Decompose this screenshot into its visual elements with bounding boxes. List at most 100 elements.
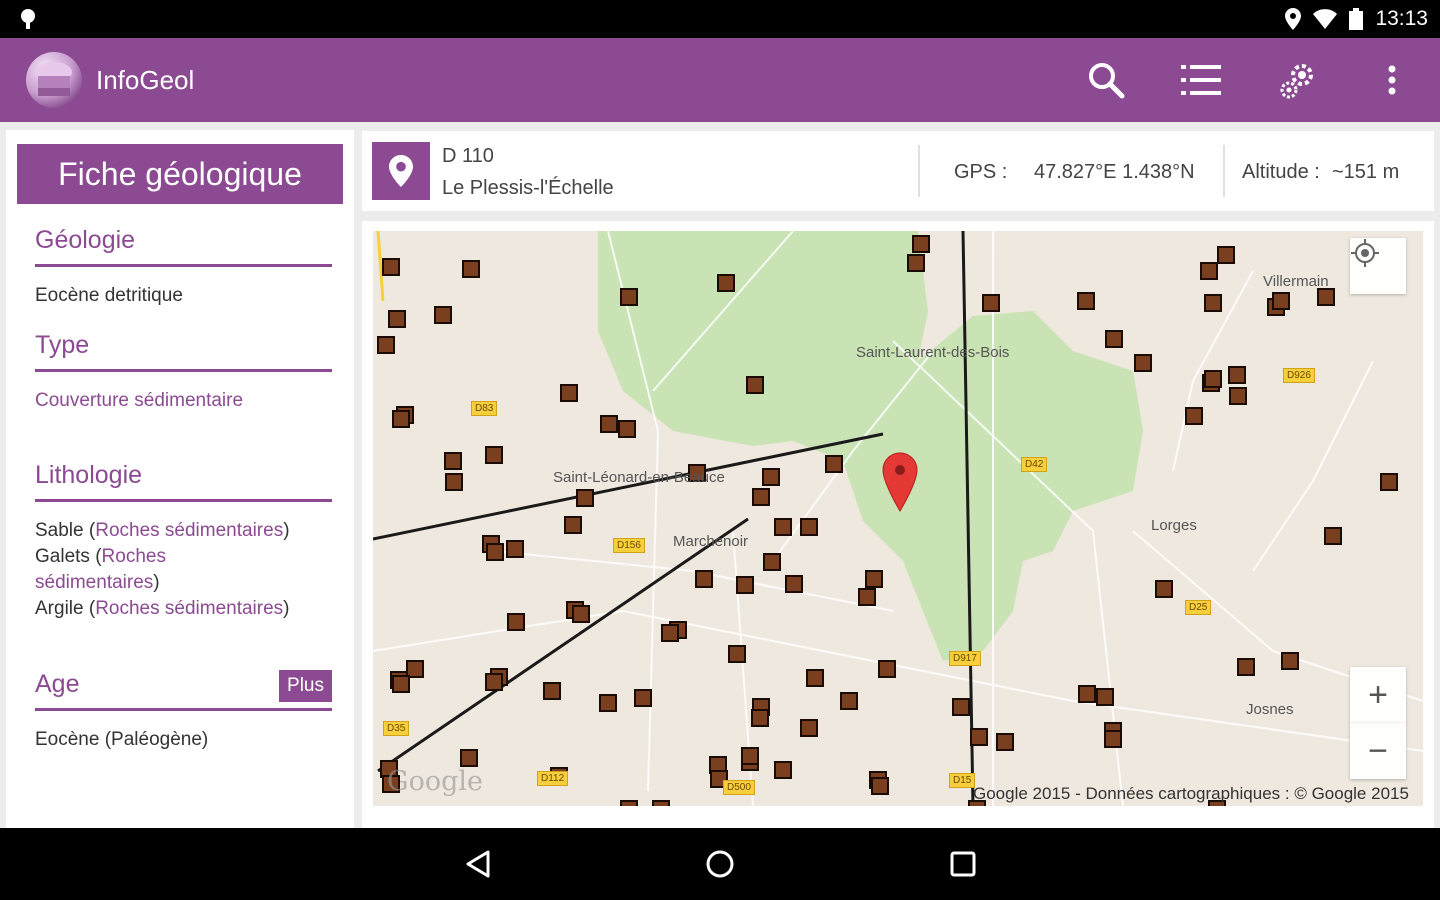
geology-marker[interactable] xyxy=(695,570,713,588)
road-badge: D500 xyxy=(723,780,755,795)
recents-button[interactable] xyxy=(939,840,987,888)
lithologie-item-category-link[interactable]: sédimentaires xyxy=(35,572,153,593)
geology-marker[interactable] xyxy=(865,570,883,588)
geology-marker[interactable] xyxy=(1228,366,1246,384)
age-more-button[interactable]: Plus xyxy=(279,670,332,702)
geology-marker[interactable] xyxy=(774,761,792,779)
status-bar: 13:13 xyxy=(0,0,1440,38)
my-location-icon xyxy=(1351,239,1379,267)
geology-marker[interactable] xyxy=(800,719,818,737)
geology-marker[interactable] xyxy=(996,733,1014,751)
geology-marker[interactable] xyxy=(1185,407,1203,425)
geology-marker[interactable] xyxy=(871,777,889,795)
geology-marker[interactable] xyxy=(1237,658,1255,676)
geology-marker[interactable] xyxy=(564,516,582,534)
geology-marker[interactable] xyxy=(741,747,759,765)
altitude-value: ~151 m xyxy=(1332,161,1400,183)
geology-marker[interactable] xyxy=(543,682,561,700)
home-button[interactable] xyxy=(696,840,744,888)
geology-marker[interactable] xyxy=(388,310,406,328)
list-button[interactable] xyxy=(1177,56,1225,104)
geology-marker[interactable] xyxy=(560,384,578,402)
geology-marker[interactable] xyxy=(1317,288,1335,306)
geology-marker[interactable] xyxy=(1380,473,1398,491)
road-badge: D112 xyxy=(537,771,569,786)
geology-marker[interactable] xyxy=(1077,292,1095,310)
settings-button[interactable] xyxy=(1274,56,1322,104)
geology-marker[interactable] xyxy=(1105,330,1123,348)
geology-marker[interactable] xyxy=(912,235,930,253)
geology-marker[interactable] xyxy=(785,575,803,593)
geology-marker[interactable] xyxy=(728,645,746,663)
geology-marker[interactable] xyxy=(1078,685,1096,703)
geology-marker[interactable] xyxy=(392,675,410,693)
location-pin-tile[interactable] xyxy=(372,142,430,200)
my-location-button[interactable] xyxy=(1350,238,1406,294)
geology-marker[interactable] xyxy=(1204,370,1222,388)
geology-marker[interactable] xyxy=(736,576,754,594)
geology-marker[interactable] xyxy=(1104,730,1122,748)
geology-marker[interactable] xyxy=(485,446,503,464)
geology-marker[interactable] xyxy=(434,306,452,324)
zoom-in-button[interactable]: + xyxy=(1350,667,1406,723)
overflow-menu-button[interactable] xyxy=(1368,56,1416,104)
geology-marker[interactable] xyxy=(444,452,462,470)
geology-marker[interactable] xyxy=(599,694,617,712)
geology-marker[interactable] xyxy=(445,473,463,491)
geology-marker[interactable] xyxy=(1324,527,1342,545)
geology-marker[interactable] xyxy=(620,288,638,306)
back-button[interactable] xyxy=(454,840,502,888)
geology-marker[interactable] xyxy=(806,669,824,687)
geology-marker[interactable] xyxy=(1272,292,1290,310)
geology-marker[interactable] xyxy=(377,336,395,354)
search-button[interactable] xyxy=(1082,56,1130,104)
geology-marker[interactable] xyxy=(1204,294,1222,312)
geology-marker[interactable] xyxy=(1134,354,1152,372)
geology-marker[interactable] xyxy=(907,254,925,272)
geology-marker[interactable] xyxy=(1096,688,1114,706)
geology-marker[interactable] xyxy=(572,605,590,623)
geology-marker[interactable] xyxy=(1229,387,1247,405)
geology-marker[interactable] xyxy=(661,624,679,642)
lithologie-item-category-link[interactable]: Roches sédimentaires xyxy=(95,598,283,619)
geology-marker[interactable] xyxy=(600,415,618,433)
geology-marker[interactable] xyxy=(576,489,594,507)
geology-marker[interactable] xyxy=(1200,262,1218,280)
geology-marker[interactable] xyxy=(382,258,400,276)
geology-marker[interactable] xyxy=(1155,580,1173,598)
geology-marker[interactable] xyxy=(392,410,410,428)
geology-marker[interactable] xyxy=(952,698,970,716)
lithologie-item-category-link[interactable]: Roches sédimentaires xyxy=(95,520,283,541)
geology-marker[interactable] xyxy=(746,376,764,394)
geology-marker[interactable] xyxy=(506,540,524,558)
geology-marker[interactable] xyxy=(406,660,424,678)
type-value[interactable]: Couverture sédimentaire xyxy=(35,388,243,414)
geology-marker[interactable] xyxy=(751,709,769,727)
geology-marker[interactable] xyxy=(485,673,503,691)
geology-marker[interactable] xyxy=(970,728,988,746)
geology-marker[interactable] xyxy=(634,689,652,707)
geology-marker[interactable] xyxy=(752,488,770,506)
geology-marker[interactable] xyxy=(507,613,525,631)
geology-marker[interactable] xyxy=(763,553,781,571)
zoom-out-button[interactable]: − xyxy=(1350,723,1406,779)
geology-marker[interactable] xyxy=(825,455,843,473)
geology-marker[interactable] xyxy=(800,518,818,536)
geology-marker[interactable] xyxy=(878,660,896,678)
lithologie-item-category-link[interactable]: Roches xyxy=(102,546,166,567)
geology-marker[interactable] xyxy=(982,294,1000,312)
geology-marker[interactable] xyxy=(618,420,636,438)
geology-marker[interactable] xyxy=(460,749,478,767)
geology-marker[interactable] xyxy=(1281,652,1299,670)
geology-marker[interactable] xyxy=(858,588,876,606)
geology-marker[interactable] xyxy=(486,543,504,561)
geology-marker[interactable] xyxy=(717,274,735,292)
geology-marker[interactable] xyxy=(840,692,858,710)
geology-marker[interactable] xyxy=(620,800,638,806)
geology-marker[interactable] xyxy=(762,468,780,486)
geology-marker[interactable] xyxy=(462,260,480,278)
geology-marker[interactable] xyxy=(1217,246,1235,264)
geology-marker[interactable] xyxy=(774,518,792,536)
geology-marker[interactable] xyxy=(652,800,670,806)
map-view[interactable]: Saint-Laurent-des-Bois Saint-Léonard-en-… xyxy=(373,231,1423,806)
